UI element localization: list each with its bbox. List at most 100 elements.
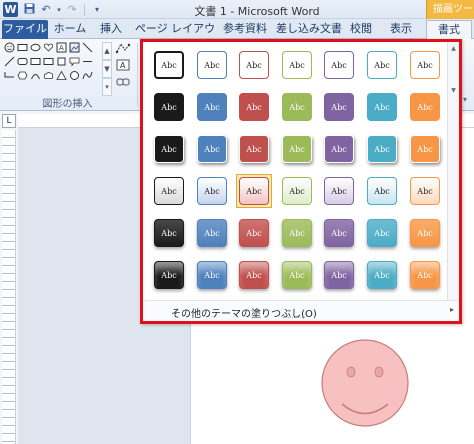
tab-mailings[interactable]: 差し込み文書 — [276, 20, 342, 39]
line-shape-icon[interactable] — [82, 42, 93, 53]
shape-style-option[interactable]: Abc — [321, 174, 357, 208]
ribbon-tab-bar: ファイル ホーム 挿入 ページ レイアウト 参考資料 差し込み文書 校閲 表示 … — [0, 19, 474, 53]
shape-style-option[interactable]: Abc — [407, 174, 443, 208]
rounded-rect-shape-icon[interactable] — [17, 56, 28, 67]
shape-style-option[interactable]: Abc — [151, 174, 187, 208]
shape-style-option[interactable]: Abc — [364, 132, 400, 166]
shape-style-option[interactable]: Abc — [364, 90, 400, 124]
shapes-gallery-scrollbar[interactable]: ▲ ▼ ▾ — [102, 42, 112, 96]
shape-style-option[interactable]: Abc — [194, 216, 230, 250]
smiley-face-shape[interactable] — [320, 331, 410, 435]
shape-style-option[interactable]: Abc — [194, 90, 230, 124]
gallery-scrollbar[interactable]: ▲ ▼ — [447, 42, 459, 300]
shape-style-option[interactable]: Abc — [364, 258, 400, 292]
connector-shape-icon[interactable] — [4, 70, 15, 81]
vertical-ruler[interactable] — [2, 130, 16, 444]
shape-style-option[interactable]: Abc — [407, 90, 443, 124]
rectangle-shape-icon[interactable] — [17, 42, 28, 53]
shape-style-option[interactable]: Abc — [151, 48, 187, 82]
text-box-icon[interactable]: A — [113, 58, 133, 72]
scroll-up-icon[interactable]: ▲ — [448, 44, 459, 54]
edit-shape-icon[interactable] — [113, 41, 133, 55]
tab-selector[interactable]: L — [2, 114, 16, 128]
tab-page-layout[interactable]: ページ レイアウト — [134, 20, 216, 53]
smiley-shape-icon[interactable] — [4, 42, 15, 53]
style-preview: Abc — [324, 177, 354, 205]
shape-style-option[interactable]: Abc — [407, 132, 443, 166]
shape-style-option[interactable]: Abc — [364, 48, 400, 82]
shape-style-option[interactable]: Abc — [407, 216, 443, 250]
cloud-shape-icon[interactable] — [43, 70, 54, 81]
shape-styles-grid: Abc Abc Abc Abc Abc Abc Abc Abc Abc Abc Abc Abc Abc A… — [151, 48, 447, 300]
style-preview: Abc — [154, 135, 184, 163]
shape-style-option[interactable]: Abc — [407, 258, 443, 292]
shape-style-option[interactable]: Abc — [321, 132, 357, 166]
shape-style-option[interactable]: Abc — [236, 216, 272, 250]
style-preview: Abc — [197, 261, 227, 289]
shape-style-option[interactable]: Abc — [194, 258, 230, 292]
rectangle-shape-icon[interactable] — [43, 56, 54, 67]
tab-file[interactable]: ファイル — [2, 20, 48, 39]
shape-style-option[interactable]: Abc — [151, 90, 187, 124]
shape-style-option[interactable]: Abc — [236, 174, 272, 208]
shape-style-option[interactable]: Abc — [279, 48, 315, 82]
shape-style-option[interactable]: Abc — [236, 48, 272, 82]
link-icon[interactable] — [113, 75, 133, 89]
shape-style-option[interactable]: Abc — [236, 90, 272, 124]
shape-style-option[interactable]: Abc — [279, 90, 315, 124]
shape-style-option[interactable]: Abc — [279, 174, 315, 208]
callout-shape-icon[interactable] — [69, 56, 80, 67]
curve-shape-icon[interactable] — [82, 70, 93, 81]
tab-view[interactable]: 表示 — [384, 20, 418, 39]
shape-style-option[interactable]: Abc — [321, 90, 357, 124]
drawing-tools-context-label: 描画ツール — [426, 0, 474, 19]
shape-style-option[interactable]: Abc — [321, 258, 357, 292]
shape-style-option[interactable]: Abc — [151, 216, 187, 250]
shape-style-option[interactable]: Abc — [194, 174, 230, 208]
tab-home[interactable]: ホーム — [50, 20, 90, 39]
shape-style-option[interactable]: Abc — [279, 132, 315, 166]
heart-shape-icon[interactable] — [43, 42, 54, 53]
more-icon[interactable]: ▾ — [102, 78, 112, 96]
shape-style-option[interactable]: Abc — [151, 132, 187, 166]
style-preview: Abc — [324, 51, 354, 79]
more-theme-fills-menu-item[interactable]: その他のテーマの塗りつぶし(O) ▸ — [143, 300, 459, 321]
shape-style-option[interactable]: Abc — [194, 48, 230, 82]
tab-insert[interactable]: 挿入 — [96, 20, 126, 39]
hexagon-shape-icon[interactable] — [17, 70, 28, 81]
shape-style-option[interactable]: Abc — [236, 258, 272, 292]
scroll-up-icon[interactable]: ▲ — [102, 42, 112, 60]
style-preview: Abc — [410, 93, 440, 121]
circle-shape-icon[interactable] — [69, 70, 80, 81]
scroll-down-icon[interactable]: ▼ — [448, 86, 459, 96]
scroll-down-icon[interactable]: ▼ — [102, 60, 112, 78]
tab-references[interactable]: 参考資料 — [220, 20, 270, 39]
shape-style-option[interactable]: Abc — [407, 48, 443, 82]
tab-format[interactable]: 書式 — [426, 20, 472, 40]
shape-style-option[interactable]: Abc — [364, 216, 400, 250]
shape-style-option[interactable]: Abc — [194, 132, 230, 166]
line-shape-icon[interactable] — [82, 56, 93, 67]
style-preview: Abc — [154, 51, 184, 79]
tab-review[interactable]: 校閲 — [346, 20, 376, 39]
shape-style-option[interactable]: Abc — [279, 258, 315, 292]
rectangle-shape-icon[interactable] — [30, 56, 41, 67]
shape-style-option[interactable]: Abc — [151, 258, 187, 292]
style-preview: Abc — [282, 93, 312, 121]
shape-style-option[interactable]: Abc — [321, 216, 357, 250]
triangle-shape-icon[interactable] — [56, 70, 67, 81]
textbox-shape-icon[interactable]: A — [56, 42, 67, 53]
shape-style-option[interactable]: Abc — [279, 216, 315, 250]
insert-shapes-group-label: 図形の挿入 — [42, 99, 93, 110]
style-preview: Abc — [410, 177, 440, 205]
resize-grip-icon[interactable] — [283, 317, 305, 320]
line-shape-icon[interactable] — [4, 56, 15, 67]
arc-shape-icon[interactable] — [30, 70, 41, 81]
shape-style-option[interactable]: Abc — [321, 48, 357, 82]
oval-shape-icon[interactable] — [30, 42, 41, 53]
shape-style-option[interactable]: Abc — [364, 174, 400, 208]
image-shape-icon[interactable] — [69, 42, 80, 53]
shape-style-option[interactable]: Abc — [236, 132, 272, 166]
style-preview: Abc — [197, 219, 227, 247]
square-shape-icon[interactable] — [56, 56, 67, 67]
